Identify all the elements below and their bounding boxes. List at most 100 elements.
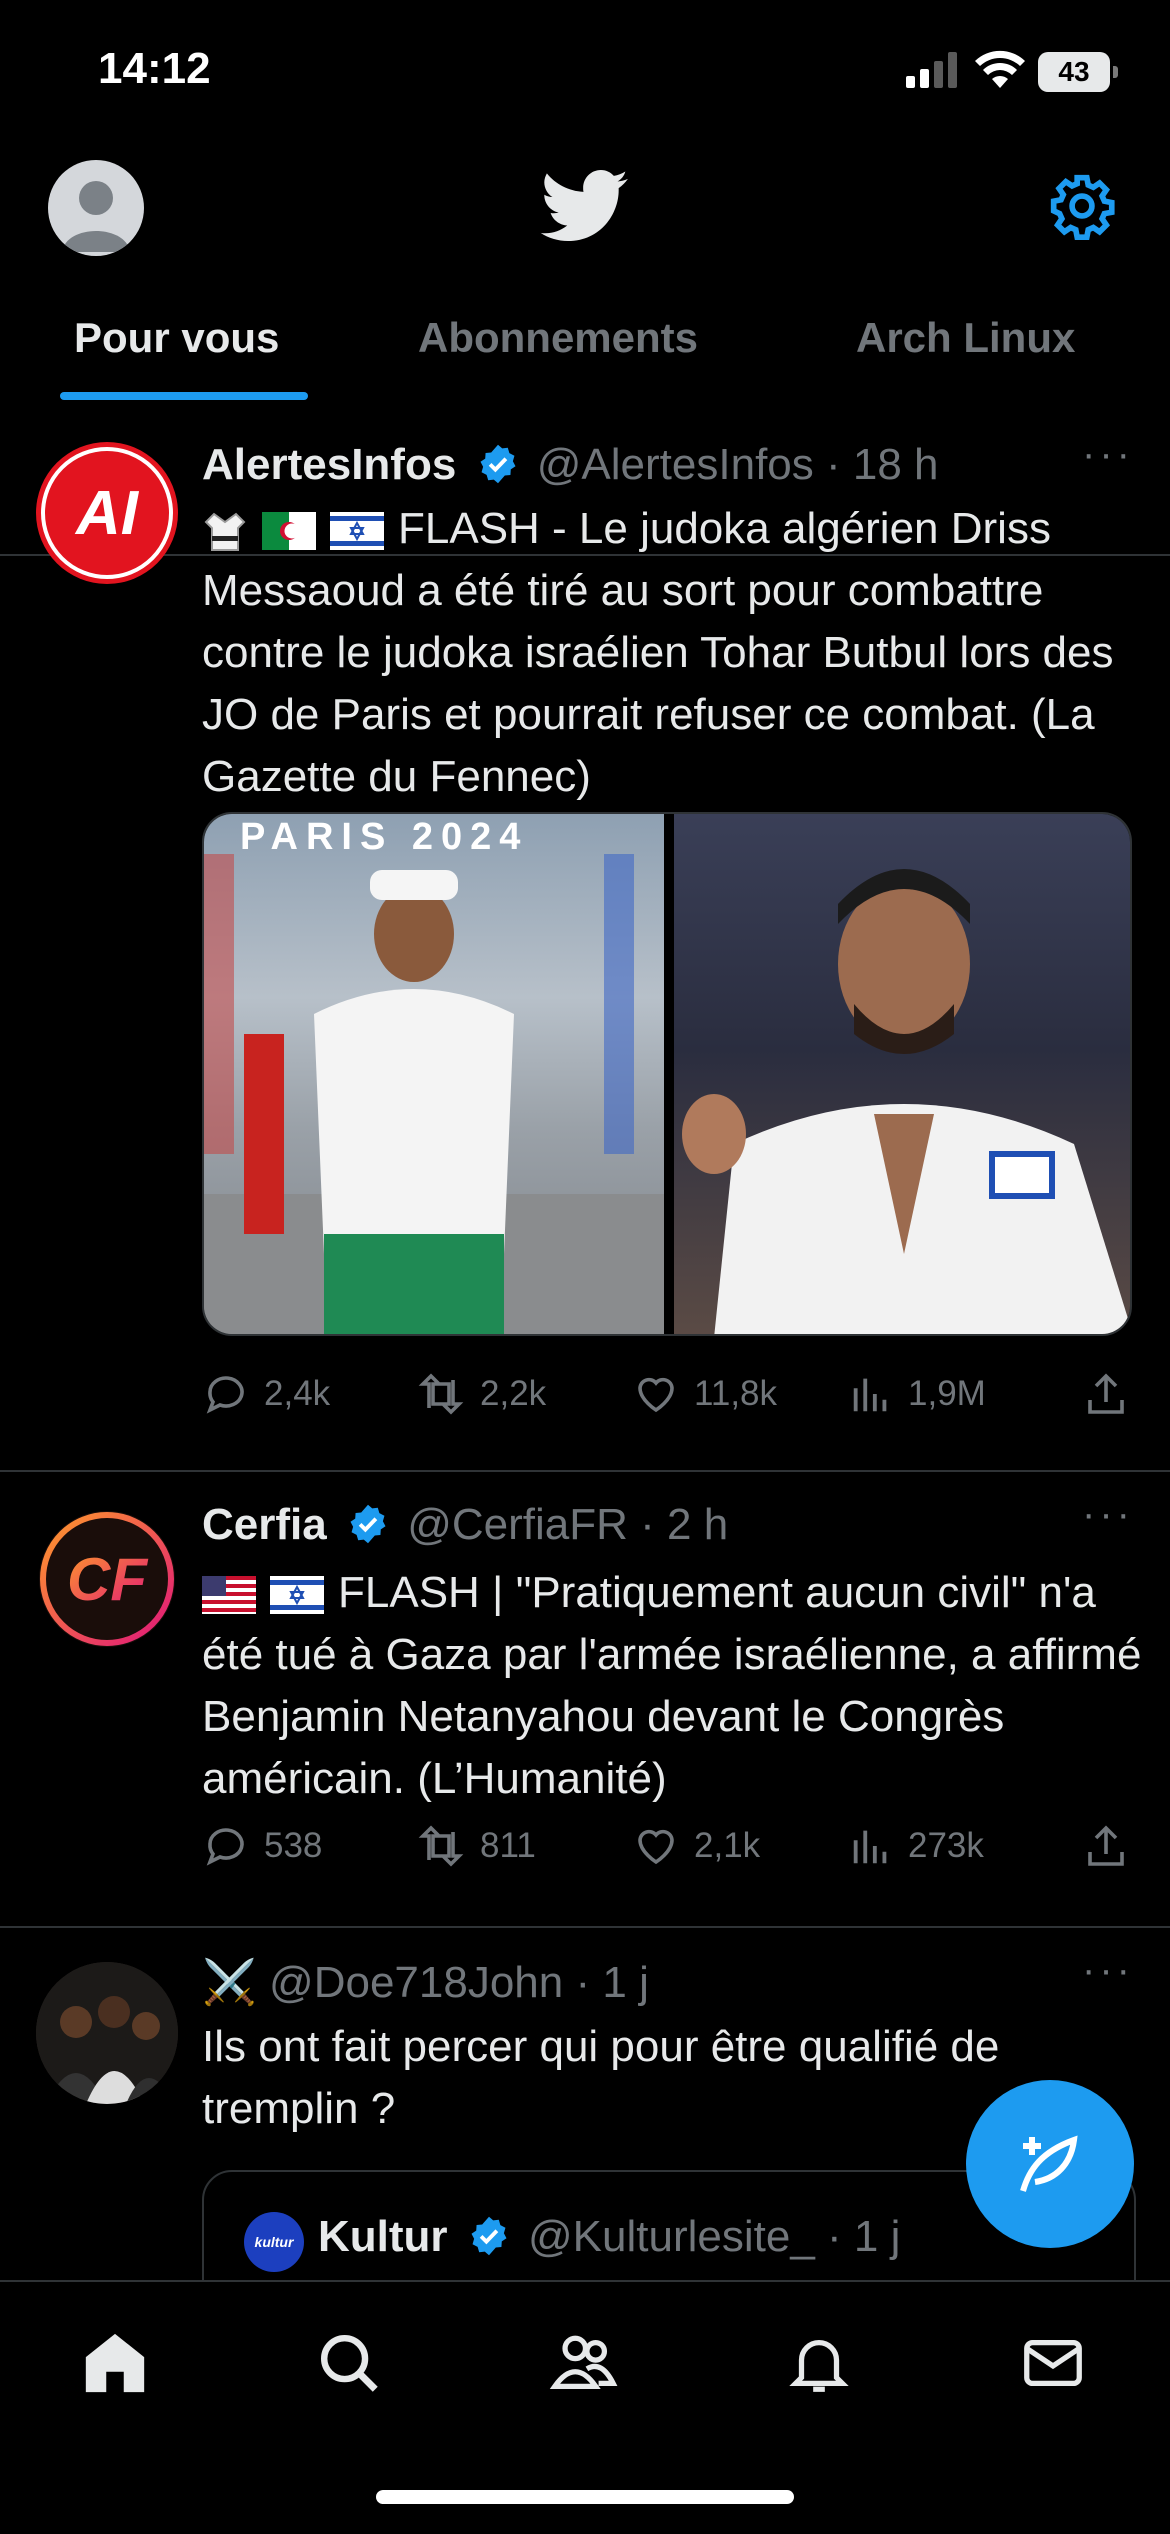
verified-badge-icon [480,445,516,484]
verified-badge-icon [471,2217,507,2256]
tweet-text: FLASH - Le judoka algérien Driss Messaou… [202,498,1142,808]
usa-flag-icon [202,1576,256,1615]
group-photo-icon [36,1962,178,2104]
quoted-author-handle[interactable]: @Kulturlesite_ [528,2212,815,2261]
heart-icon [638,1377,674,1413]
twitter-bird-icon[interactable] [540,170,630,244]
cellular-signal-icon [906,52,957,88]
like-count: 2,1k [694,1826,761,1865]
share-button[interactable] [1082,1822,1144,1870]
tweet-text: FLASH | "Pratiquement aucun civil" n'a é… [202,1562,1142,1810]
default-avatar-icon [62,181,130,252]
tab-arch-linux[interactable]: Arch Linux [856,314,1075,362]
kultur-logo-text: kultur [254,2234,294,2250]
repost-button[interactable]: 811 [416,1822,536,1870]
athlete-silhouette-icon [204,854,664,1334]
timeline-tabs: Pour vous Abonnements Arch Linux [0,300,1170,406]
separator-dot: · [575,1958,591,2007]
reply-icon [206,1828,244,1866]
reply-button[interactable]: 2,4k [202,1370,330,1418]
home-indicator [376,2490,794,2504]
tweet-header: AlertesInfos @AlertesInfos · 18 h [202,440,939,491]
tweet-alertesinfos[interactable]: AI AlertesInfos @AlertesInfos · 18 h ···… [0,412,1170,1472]
israel-flag-icon [270,1576,324,1615]
reply-count: 538 [264,1826,323,1865]
notifications-bell-icon[interactable] [784,2328,854,2398]
avatar-cerfia[interactable]: CF [36,1508,178,1650]
settings-gear-icon[interactable] [1048,172,1116,240]
author-handle[interactable]: @Doe718John [269,1958,563,2007]
more-options-icon[interactable]: ··· [1082,1948,1134,1993]
tweet-time: 1 j [602,1958,649,2007]
like-button[interactable]: 11,8k [632,1370,777,1418]
tweet-media-grid[interactable]: PARIS 2024 [202,812,1132,1336]
svg-text:CF: CF [67,1546,148,1613]
svg-text:AI: AI [74,479,140,548]
avatar-kultur[interactable]: kultur [244,2212,304,2272]
tweet-header: Cerfia @CerfiaFR · 2 h [202,1500,728,1551]
views-chart-icon [853,1830,887,1864]
wifi-icon [975,50,1025,88]
profile-avatar[interactable] [48,160,144,256]
separator-dot: · [640,1500,655,1549]
views-button[interactable]: 1,9M [848,1370,986,1418]
alertesinfos-logo-icon: AI [41,447,173,579]
israel-flag-icon [330,512,384,551]
home-icon[interactable] [80,2328,150,2398]
more-options-icon[interactable]: ··· [1082,432,1134,477]
tab-pour-vous[interactable]: Pour vous [74,314,279,362]
repost-button[interactable]: 2,2k [416,1370,546,1418]
tweet-cerfia[interactable]: CF Cerfia @CerfiaFR · 2 h ··· FLASH | "P… [0,1472,1170,1928]
quoted-tweet-header: Kultur @Kulturlesite_ · 1 j [318,2212,900,2263]
like-count: 11,8k [694,1374,778,1413]
repost-icon [418,1825,464,1867]
reply-button[interactable]: 538 [202,1822,322,1870]
messages-envelope-icon[interactable] [1018,2328,1088,2398]
share-button[interactable] [1082,1370,1144,1418]
status-bar: 14:12 43 [0,0,1170,150]
quoted-author-name[interactable]: Kultur [318,2212,448,2261]
reply-count: 2,4k [264,1374,331,1413]
like-button[interactable]: 2,1k [632,1822,760,1870]
tweet-header: ⚔️ @Doe718John · 1 j [202,1956,649,2008]
more-options-icon[interactable]: ··· [1082,1492,1134,1537]
share-icon [1088,1373,1124,1414]
tweet-time: 18 h [852,440,939,489]
share-icon [1088,1825,1124,1866]
author-name[interactable]: ⚔️ [202,1958,257,2007]
status-time: 14:12 [98,44,211,93]
views-count: 273k [908,1826,984,1865]
photo-judoka-israel[interactable] [674,814,1130,1334]
avatar-alertesinfos[interactable]: AI [36,442,178,584]
views-chart-icon [853,1378,887,1412]
separator-dot: · [826,440,841,489]
repost-count: 811 [480,1826,536,1865]
compose-feather-icon [1020,2135,1078,2192]
author-handle[interactable]: @AlertesInfos [537,440,814,489]
search-icon[interactable] [314,2328,384,2398]
separator-dot: · [827,2212,842,2261]
tweet-actions: 2,4k 2,2k 11,8k 1,9M [202,1370,1132,1430]
tweet-time: 2 h [667,1500,729,1549]
active-tab-indicator [60,392,308,400]
judoka-portrait-icon [682,869,1130,1334]
tweet-actions: 538 811 2,1k 273k [202,1822,1132,1882]
repost-count: 2,2k [480,1374,547,1413]
author-handle[interactable]: @CerfiaFR [407,1500,628,1549]
compose-tweet-button[interactable] [966,2080,1134,2248]
views-count: 1,9M [908,1374,986,1413]
judo-emoji-icon [204,513,246,552]
heart-icon [638,1829,674,1865]
communities-icon[interactable] [548,2328,620,2398]
reply-icon [206,1376,244,1414]
tab-abonnements[interactable]: Abonnements [418,314,698,362]
photo-judoka-paris[interactable]: PARIS 2024 [204,814,664,1334]
repost-icon [418,1373,464,1415]
algeria-flag-icon [262,512,316,551]
author-name[interactable]: AlertesInfos [202,440,456,489]
avatar-doe718john[interactable] [36,1962,178,2104]
tweet-body: Ils ont fait percer qui pour être qualif… [202,2022,1000,2133]
verified-badge-icon [350,1505,386,1544]
author-name[interactable]: Cerfia [202,1500,327,1549]
views-button[interactable]: 273k [848,1822,984,1870]
